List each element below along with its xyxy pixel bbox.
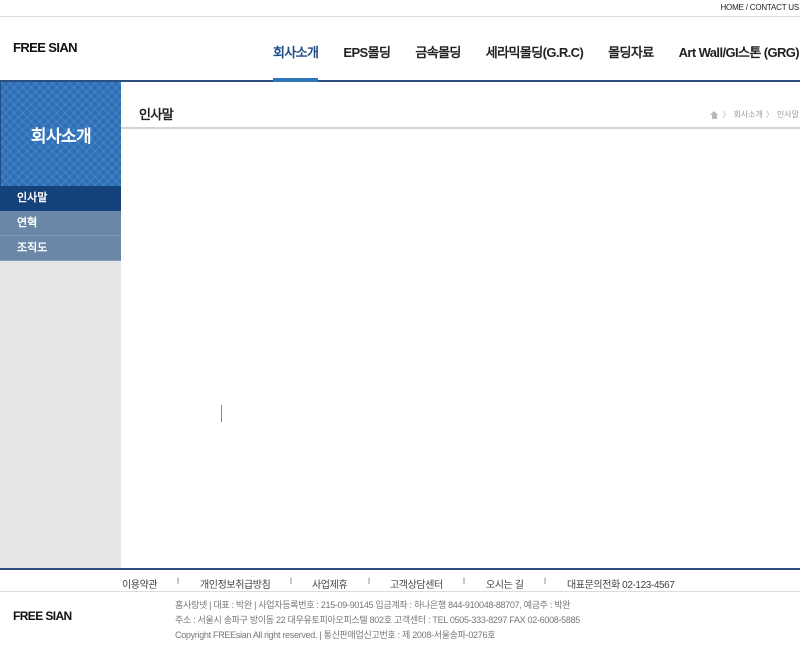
footer-link-customer-center[interactable]: 고객상담센터 xyxy=(390,576,443,591)
footer-logo: FREE SIAN xyxy=(13,609,72,623)
main-content: 인사말 〉 회사소개 〉 인사말 xyxy=(121,82,800,568)
footer-separator: l xyxy=(177,576,179,586)
sidebar-item-organization[interactable]: 조직도 xyxy=(0,236,121,261)
text-cursor-icon xyxy=(221,405,222,422)
sidebar-item-history[interactable]: 연혁 xyxy=(0,211,121,236)
footer-phone: 대표문의전화 02-123-4567 xyxy=(567,580,675,591)
gnb-item-metal-molding[interactable]: 금속몰딩 xyxy=(415,17,461,80)
utility-links: HOME / CONTACT US xyxy=(720,3,799,12)
gnb-item-eps-molding[interactable]: EPS몰딩 xyxy=(343,17,391,80)
gnb-item-molding-data[interactable]: 몰딩자료 xyxy=(608,17,654,80)
sidebar-item-greeting[interactable]: 인사말 xyxy=(0,186,121,211)
page-title: 인사말 xyxy=(139,107,174,122)
site-logo[interactable]: FREE SIAN xyxy=(13,40,78,55)
footer-separator: l xyxy=(290,576,292,586)
sidebar: 회사소개 인사말 연혁 조직도 xyxy=(0,82,121,568)
main-navigation: 회사소개 EPS몰딩 금속몰딩 세라믹몰딩(G.R.C) 몰딩자료 Art Wa… xyxy=(272,17,800,82)
home-icon[interactable] xyxy=(710,110,719,119)
breadcrumb-item-greeting: 인사말 xyxy=(776,110,799,119)
breadcrumb-separator: 〉 xyxy=(765,110,774,119)
gnb-item-art-wall[interactable]: Art Wall/GI스톤 (GRG) xyxy=(679,17,800,80)
content-header: 인사말 〉 회사소개 〉 인사말 xyxy=(121,82,800,129)
breadcrumb-item-company[interactable]: 회사소개 xyxy=(733,109,762,120)
footer-link-privacy[interactable]: 개인정보취급방침 xyxy=(200,576,271,591)
footer-navigation: 이용약관 l 개인정보취급방침 l 사업제휴 l 고객상담센터 l 오시는 길 … xyxy=(0,570,800,592)
footer-separator: l xyxy=(463,576,465,586)
gnb-item-company[interactable]: 회사소개 xyxy=(272,17,319,82)
header: FREE SIAN 회사소개 EPS몰딩 금속몰딩 세라믹몰딩(G.R.C) 몰… xyxy=(0,17,800,82)
sidebar-title: 회사소개 xyxy=(0,82,121,186)
footer-info-line: 주소 : 서울시 송파구 방이동 22 대우유토피아오피스텔 802호 고객센터… xyxy=(175,615,580,625)
footer-separator: l xyxy=(544,576,546,586)
footer-link-terms[interactable]: 이용약관 xyxy=(122,576,158,591)
footer-info-line: 홈사랑넷 | 대표 : 박완 | 사업자등록번호 : 215-09-90145 … xyxy=(175,600,571,610)
footer-separator: l xyxy=(368,576,370,586)
home-contact-link[interactable]: HOME / CONTACT US xyxy=(720,3,799,12)
footer-link-partnership[interactable]: 사업제휴 xyxy=(312,576,348,591)
top-utility-bar: HOME / CONTACT US xyxy=(0,0,800,17)
breadcrumb: 〉 회사소개 〉 인사말 xyxy=(710,109,799,120)
footer-info-line: Copyright FREEsian All right reserved. |… xyxy=(175,630,496,640)
gnb-item-ceramic-molding[interactable]: 세라믹몰딩(G.R.C) xyxy=(486,17,584,80)
footer-company-info: 홈사랑넷 | 대표 : 박완 | 사업자등록번호 : 215-09-90145 … xyxy=(175,598,580,643)
breadcrumb-separator: 〉 xyxy=(722,110,731,119)
footer-link-directions[interactable]: 오시는 길 xyxy=(486,576,524,591)
